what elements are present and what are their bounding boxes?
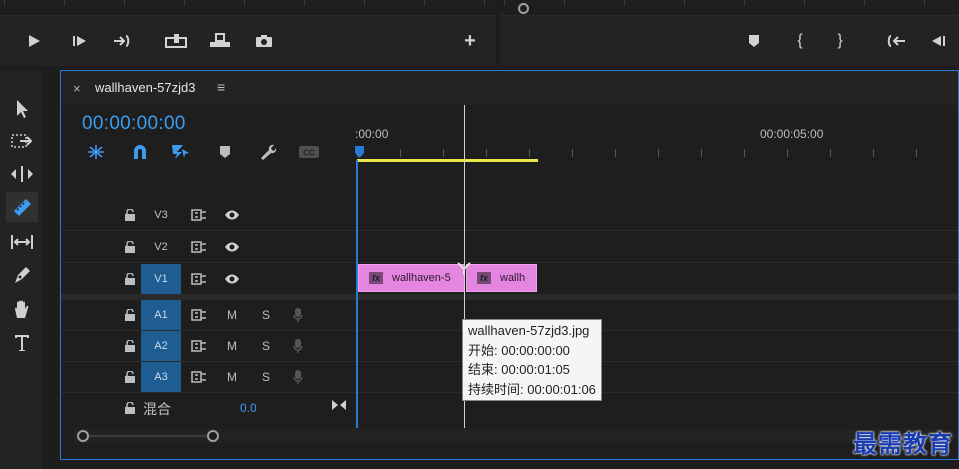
tooltip-title: wallhaven-57zjd3.jpg (468, 323, 590, 338)
mark-in-button[interactable]: { (788, 30, 812, 52)
lock-icon[interactable] (124, 209, 136, 221)
add-marker-icon[interactable] (214, 143, 236, 161)
overwrite-icon[interactable] (208, 30, 232, 52)
go-to-in-icon[interactable] (884, 30, 908, 52)
time-ruler[interactable]: :00:00 00:00:05:00 (355, 105, 958, 162)
eye-icon[interactable] (224, 273, 240, 285)
watermark-logo: 最需教育 (853, 429, 953, 458)
clip-tooltip: wallhaven-57zjd3.jpg 开始: 00:00:00:00 结束:… (462, 319, 602, 401)
eye-icon[interactable] (224, 209, 240, 221)
track-name-v1[interactable]: V1 (141, 264, 181, 294)
wrench-settings-icon[interactable] (257, 143, 279, 161)
pen-tool-icon[interactable] (6, 260, 38, 290)
ruler-ticks (357, 149, 958, 157)
microphone-icon[interactable] (293, 338, 303, 354)
track-name-a3[interactable]: A3 (141, 362, 181, 392)
mix-volume-value[interactable]: 0.0 (240, 401, 257, 415)
close-tab-icon[interactable]: × (73, 81, 81, 96)
timeline-zoom-scrollbar[interactable] (73, 429, 955, 443)
sync-lock-icon[interactable] (191, 371, 207, 383)
nest-icon[interactable] (85, 143, 107, 161)
sync-lock-icon[interactable] (191, 241, 207, 253)
clip-2[interactable]: fx wallh (466, 264, 537, 292)
solo-button[interactable]: S (262, 370, 270, 384)
track-name-a2[interactable]: A2 (141, 331, 181, 361)
sync-lock-icon[interactable] (191, 340, 207, 352)
linked-selection-icon[interactable] (169, 143, 191, 161)
sync-lock-icon[interactable] (191, 309, 207, 321)
source-scrub-bar[interactable] (0, 0, 496, 16)
hand-tool-icon[interactable] (6, 294, 38, 324)
mark-out-button[interactable]: } (828, 30, 852, 52)
lock-icon[interactable] (124, 241, 136, 253)
video-track-v3: V3 (61, 200, 958, 231)
tooltip-end: 结束: 00:00:01:05 (468, 362, 570, 377)
fx-badge[interactable]: fx (477, 272, 491, 284)
clip-label: wallh (500, 272, 526, 284)
ripple-edit-tool-icon[interactable] (6, 159, 38, 189)
microphone-icon[interactable] (293, 369, 303, 385)
track-name-v3[interactable]: V3 (141, 200, 181, 230)
solo-button[interactable]: S (262, 308, 270, 322)
solo-button[interactable]: S (262, 339, 270, 353)
track-name-v2[interactable]: V2 (141, 232, 181, 262)
timeline-panel: × wallhaven-57zjd3 ≡ 00:00:00:00 CC :00:… (60, 70, 959, 460)
program-scrub-bar[interactable] (500, 0, 959, 16)
razor-tool-icon[interactable] (6, 192, 38, 222)
step-back-icon[interactable] (926, 30, 950, 52)
mute-button[interactable]: M (227, 308, 237, 322)
tooltip-duration: 持续时间: 00:00:01:06 (468, 381, 596, 397)
tools-panel (0, 70, 42, 469)
ripple-cursor-icon (457, 262, 471, 275)
source-monitor-controls: + (0, 0, 496, 66)
slip-tool-icon[interactable] (6, 227, 38, 257)
zoom-handle-right[interactable] (207, 430, 219, 442)
track-select-tool-icon[interactable] (6, 126, 38, 156)
go-to-end-icon[interactable] (331, 399, 347, 411)
marker-icon[interactable] (742, 30, 766, 52)
lock-icon[interactable] (124, 371, 136, 383)
lock-icon[interactable] (124, 340, 136, 352)
scrub-handle[interactable] (518, 3, 529, 14)
zoom-handle-left[interactable] (77, 430, 89, 442)
work-area-bar[interactable] (357, 159, 538, 162)
go-to-out-icon[interactable] (110, 30, 134, 52)
tooltip-start: 开始: 00:00:00:00 (468, 342, 570, 358)
captions-icon[interactable]: CC (298, 143, 320, 161)
clip-1[interactable]: fx wallhaven-5 (358, 264, 465, 292)
panel-menu-icon[interactable]: ≡ (217, 79, 225, 95)
eye-icon[interactable] (224, 241, 240, 253)
fx-badge[interactable]: fx (369, 272, 383, 284)
ruler-label-start: :00:00 (355, 127, 389, 141)
selection-tool-icon[interactable] (6, 94, 38, 124)
step-forward-icon[interactable] (68, 30, 92, 52)
insert-icon[interactable] (164, 30, 188, 52)
track-name-a1[interactable]: A1 (141, 300, 181, 330)
sync-lock-icon[interactable] (191, 209, 207, 221)
add-button[interactable]: + (458, 30, 482, 52)
lock-icon[interactable] (124, 273, 136, 285)
play-icon[interactable] (22, 30, 46, 52)
mute-button[interactable]: M (227, 370, 237, 384)
svg-text:CC: CC (303, 149, 315, 158)
program-monitor-controls: { } (500, 0, 959, 66)
playhead-line[interactable] (356, 160, 358, 428)
ruler-label-5s: 00:00:05:00 (760, 127, 824, 141)
lock-icon[interactable] (124, 402, 136, 414)
mix-label: 混合 (143, 401, 171, 417)
sync-lock-icon[interactable] (191, 273, 207, 285)
clip-label: wallhaven-5 (392, 272, 451, 284)
mute-button[interactable]: M (227, 339, 237, 353)
type-tool-icon[interactable] (6, 328, 38, 358)
snap-magnet-icon[interactable] (129, 143, 151, 161)
camera-icon[interactable] (252, 30, 276, 52)
lock-icon[interactable] (124, 309, 136, 321)
playhead-timecode[interactable]: 00:00:00:00 (82, 113, 186, 135)
timeline-tab-bar: × wallhaven-57zjd3 ≡ (61, 71, 958, 105)
microphone-icon[interactable] (293, 307, 303, 323)
sequence-tab-title[interactable]: wallhaven-57zjd3 (95, 80, 195, 95)
video-track-v2: V2 (61, 232, 958, 263)
